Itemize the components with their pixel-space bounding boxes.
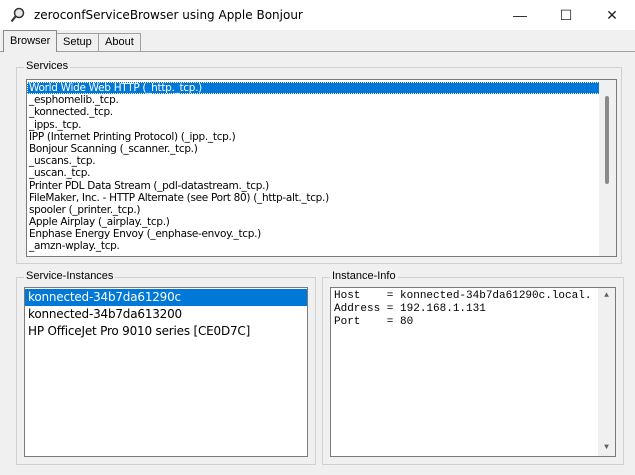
service-list-item[interactable]: Enphase Energy Envoy (_enphase-envoy._tc… [27,228,616,240]
service-list-item[interactable]: Bonjour Scanning (_scanner._tcp.) [27,143,616,155]
window-title: zeroconfServiceBrowser using Apple Bonjo… [34,8,303,22]
instance-info-line: Host = konnected-34b7da61290c.local. [334,290,592,302]
minimize-button[interactable]: — [497,0,543,30]
instance-info-label: Instance-Info [330,270,398,282]
scrollbar-thumb[interactable] [605,96,609,184]
services-scrollbar[interactable] [599,80,616,256]
service-list-item[interactable]: _konnected._tcp. [27,106,616,118]
tab-browser[interactable]: Browser [3,30,58,52]
maximize-button[interactable]: ☐ [543,0,589,30]
tab-divider [0,51,635,52]
magnifier-icon [10,7,25,23]
service-instances-list[interactable]: konnected-34b7da61290c konnected-34b7da61… [24,287,308,457]
scroll-up-arrow-icon[interactable]: ▲ [598,288,615,302]
service-list-item[interactable]: World Wide Web HTTP (_http._tcp.) [27,82,616,95]
service-list-item[interactable]: _ipps._tcp. [27,119,616,131]
service-list-item[interactable]: Printer PDL Data Stream (_pdl-datastream… [27,180,616,192]
scroll-down-arrow-icon[interactable]: ▼ [598,440,615,454]
service-list-item[interactable]: IPP (Internet Printing Protocol) (_ipp._… [27,131,616,143]
instance-list-item[interactable]: konnected-34b7da613200 [25,306,307,323]
service-list-item[interactable]: _uscan._tcp. [27,167,616,179]
services-label: Services [24,60,71,72]
service-instances-label: Service-Instances [24,270,116,282]
instance-info-line: Address = 192.168.1.131 [334,303,486,315]
instance-list-item[interactable]: konnected-34b7da61290c [25,289,307,306]
close-button[interactable]: ✕ [589,0,635,30]
service-list-item[interactable]: _amzn-wplay._tcp. [27,240,616,252]
tab-setup[interactable]: Setup [56,33,99,51]
service-list-item[interactable]: _uscans._tcp. [27,155,616,167]
instance-info-text[interactable]: Host = konnected-34b7da61290c.local. Addr… [330,287,616,457]
service-list-item[interactable]: FileMaker, Inc. - HTTP Alternate (see Po… [27,192,616,204]
services-list[interactable]: World Wide Web HTTP (_http._tcp.) _esphom… [26,79,617,257]
service-list-item[interactable]: spooler (_printer._tcp.) [27,204,616,216]
tab-about[interactable]: About [98,33,141,51]
title-bar: zeroconfServiceBrowser using Apple Bonjo… [0,0,635,30]
instance-info-scrollbar[interactable]: ▲ ▼ [598,288,615,456]
instance-info-line: Port = 80 [334,316,414,328]
instance-list-item[interactable]: HP OfficeJet Pro 9010 series [CE0D7C] [25,323,307,340]
tab-bar: Browser Setup About [0,30,635,52]
service-list-item[interactable]: Apple Airplay (_airplay._tcp.) [27,216,616,228]
service-list-item[interactable]: _esphomelib._tcp. [27,94,616,106]
